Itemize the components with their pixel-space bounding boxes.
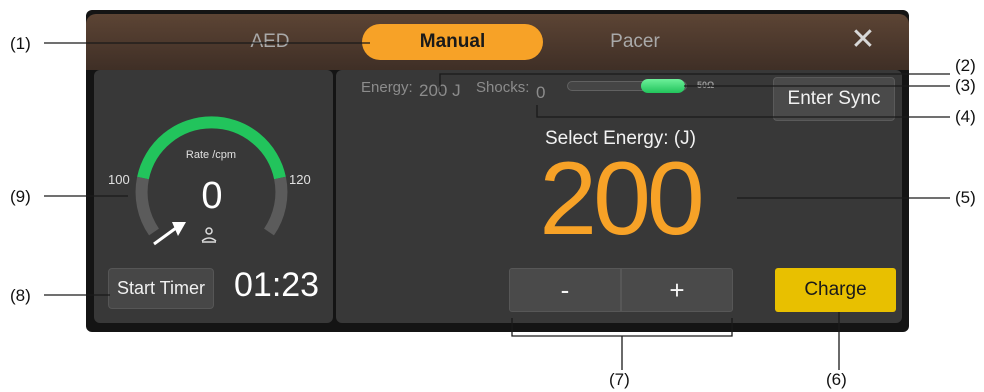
callout-8: (8) bbox=[10, 286, 31, 306]
shocks-label: Shocks: bbox=[476, 79, 529, 96]
timer-value: 01:23 bbox=[234, 266, 319, 305]
energy-label: Energy: bbox=[361, 79, 413, 96]
gauge-needle-icon bbox=[154, 222, 186, 244]
callout-6: (6) bbox=[826, 370, 847, 390]
callout-4: (4) bbox=[955, 107, 976, 127]
callout-9: (9) bbox=[10, 187, 31, 207]
rate-min-label: 100 bbox=[108, 172, 130, 187]
rate-max-label: 120 bbox=[289, 172, 311, 187]
callout-2: (2) bbox=[955, 56, 976, 76]
enter-sync-button[interactable]: Enter Sync bbox=[773, 77, 895, 121]
rate-label: Rate /cpm bbox=[177, 149, 245, 161]
callout-5: (5) bbox=[955, 188, 976, 208]
tab-pacer[interactable]: Pacer bbox=[585, 24, 685, 60]
start-timer-button[interactable]: Start Timer bbox=[108, 268, 214, 309]
charge-button[interactable]: Charge bbox=[775, 268, 896, 312]
selected-energy-value: 200 bbox=[528, 145, 712, 253]
tab-aed[interactable]: AED bbox=[220, 24, 320, 60]
energy-value: 200 J bbox=[419, 81, 461, 101]
impedance-indicator bbox=[641, 79, 685, 93]
energy-increase-button[interactable]: + bbox=[621, 268, 733, 312]
callout-3: (3) bbox=[955, 76, 976, 96]
impedance-value: 50Ω bbox=[697, 80, 714, 90]
energy-decrease-button[interactable]: - bbox=[509, 268, 621, 312]
tab-manual[interactable]: Manual bbox=[362, 24, 543, 60]
close-icon[interactable]: ✕ bbox=[845, 22, 881, 58]
shocks-value: 0 bbox=[536, 83, 545, 103]
gauge-high-zone bbox=[269, 178, 281, 232]
callout-7: (7) bbox=[609, 370, 630, 390]
cpr-icon bbox=[200, 226, 218, 244]
gauge-low-zone bbox=[142, 178, 154, 232]
rate-value: 0 bbox=[190, 175, 234, 218]
callout-1: (1) bbox=[10, 34, 31, 54]
